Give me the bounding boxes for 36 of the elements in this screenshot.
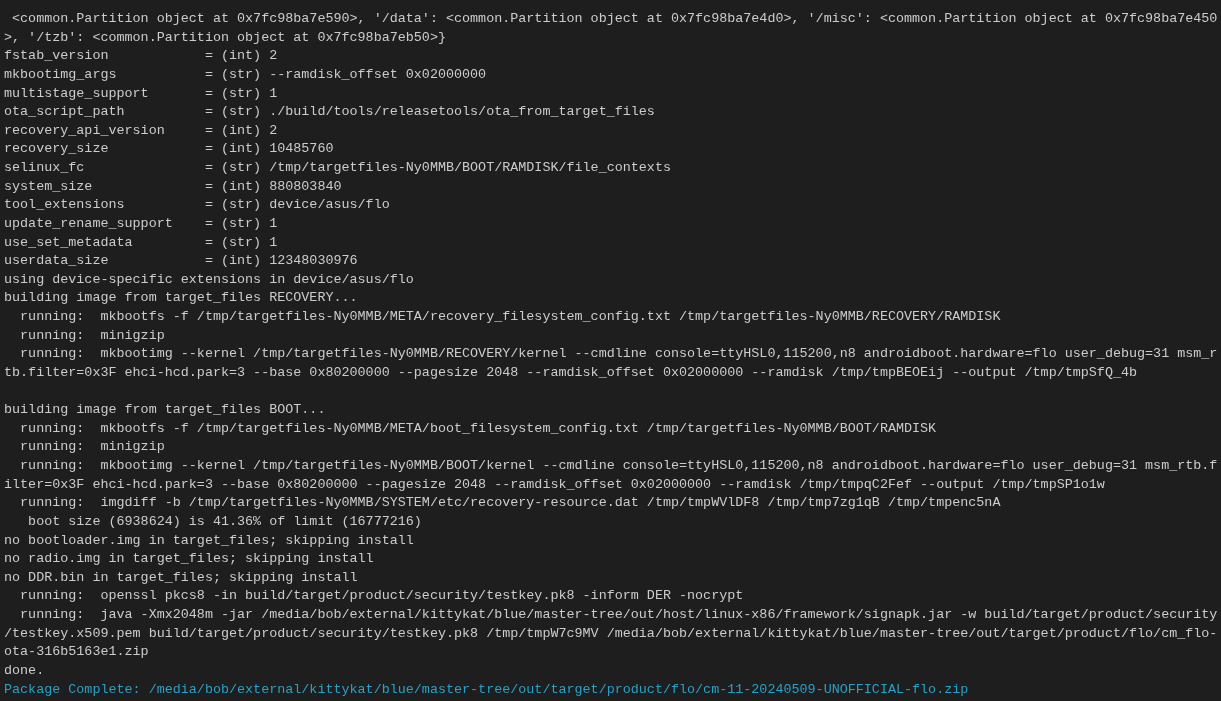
output-line: ota_script_path = (str) ./build/tools/releasetools/ota_from_target_files <box>4 103 655 122</box>
output-line: no bootloader.img in target_files; skipping install <box>4 531 414 550</box>
output-line: no radio.img in target_files; skipping install <box>4 550 374 569</box>
output-line: tool_extensions = (str) device/asus/flo <box>4 196 390 215</box>
output-line: tb.filter=0x3F ehci-hcd.park=3 --base 0x80200000 --pagesize 2048 --ramdisk_offset 0x02000000 --ramdisk /tmp/tmpBEOEij --output /tmp/tmpSfQ_4b <box>4 363 1138 382</box>
output-line: running: mkbootimg --kernel /tmp/targetfiles-Ny0MMB/BOOT/kernel --cmdline console=ttyHSL0,115200,n8 androidboot.hardware=flo user_debug=31 msm_rtb.f <box>19 457 1218 475</box>
output-line: running: mkbootfs -f /tmp/targetfiles-Ny0MMB/META/boot_filesystem_config.txt /tmp/targetfiles-Ny0MMB/BOOT/RAMDISK <box>19 419 937 438</box>
output-line: >, '/tzb': <common.Partition object at 0x7fc98ba7eb50>} <box>4 28 446 47</box>
output-line: done. <box>4 661 45 680</box>
output-line: boot size (6938624) is 41.36% of limit (16777216) <box>27 512 422 531</box>
output-line: running: minigzip <box>19 326 165 345</box>
output-line: recovery_api_version = (int) 2 <box>4 121 278 140</box>
output-line: userdata_size = (int) 12348030976 <box>4 252 358 271</box>
output-line: running: minigzip <box>19 438 165 457</box>
status-line: Package Complete: /media/bob/external/kittykat/blue/master-tree/out/target/product/flo/cm-11-20240509-UNOFFICIAL-flo.zip <box>4 680 969 699</box>
output-line: no DDR.bin in target_files; skipping install <box>4 568 358 587</box>
output-line: multistage_support = (str) 1 <box>4 84 278 103</box>
output-line: building image from target_files BOOT... <box>4 401 326 420</box>
output-line: running: openssl pkcs8 -in build/target/product/security/testkey.pk8 -inform DER -nocrypt <box>19 587 744 606</box>
output-line: running: imgdiff -b /tmp/targetfiles-Ny0MMB/SYSTEM/etc/recovery-resource.dat /tmp/tmpWVlDF8 /tmp/tmp7zg1qB /tmp/tmpenc5nA <box>19 494 1001 513</box>
output-line: running: java -Xmx2048m -jar /media/bob/external/kittykat/blue/master-tree/out/host/linux-x86/framework/signapk.jar -w build/target/product/security <box>19 606 1218 624</box>
output-line: update_rename_support = (str) 1 <box>4 214 278 233</box>
output-line: building image from target_files RECOVERY... <box>4 289 358 308</box>
output-line: ilter=0x3F ehci-hcd.park=3 --base 0x80200000 --pagesize 2048 --ramdisk_offset 0x02000000 --ramdisk /tmp/tmpqC2Fef --output /tmp/tmpSP1o1w <box>4 475 1105 494</box>
output-line: system_size = (int) 880803840 <box>4 177 342 196</box>
output-line: use_set_metadata = (str) 1 <box>4 233 278 252</box>
output-line: recovery_size = (int) 10485760 <box>4 140 334 159</box>
output-line: selinux_fc = (str) /tmp/targetfiles-Ny0MMB/BOOT/RAMDISK/file_contexts <box>4 159 671 177</box>
output-line: mkbootimg_args = (str) --ramdisk_offset 0x02000000 <box>4 65 487 84</box>
output-line: <common.Partition object at 0x7fc98ba7e590>, '/data': <common.Partition object at 0x7fc98ba7e4d0>, '/misc': <common.Partition object at 0x7fc98ba7e450 <box>11 10 1218 28</box>
output-line: fstab_version = (int) 2 <box>4 47 278 66</box>
output-line: running: mkbootimg --kernel /tmp/targetfiles-Ny0MMB/RECOVERY/kernel --cmdline console=ttyHSL0,115200,n8 androidboot.hardware=flo user_debug=31 msm_r <box>19 345 1218 364</box>
output-line: ota-316b5163e1.zip <box>4 643 149 662</box>
output-line: /testkey.x509.pem build/target/product/security/testkey.pk8 /tmp/tmpW7c9MV /media/bob/external/kittykat/blue/master-tree/out/target/product/flo/cm_flo- <box>4 624 1218 643</box>
output-line: running: mkbootfs -f /tmp/targetfiles-Ny0MMB/META/recovery_filesystem_config.txt /tmp/targetfiles-Ny0MMB/RECOVERY/RAMDISK <box>19 308 1001 326</box>
output-line: using device-specific extensions in device/asus/flo <box>4 270 414 289</box>
